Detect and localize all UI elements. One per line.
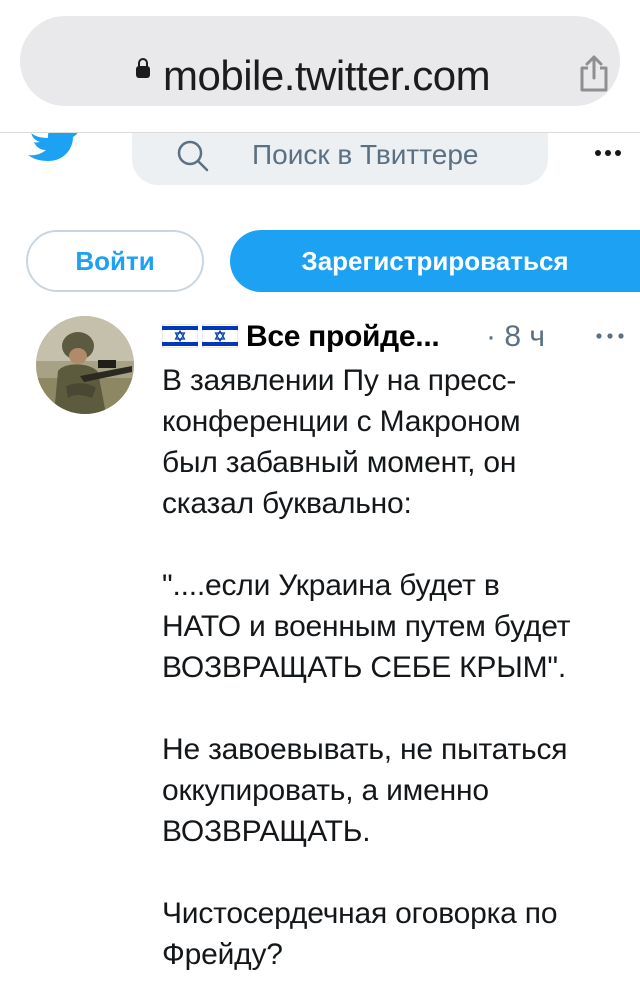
address-bar[interactable]: mobile.twitter.com [20, 16, 620, 106]
avatar[interactable] [36, 316, 134, 414]
avatar-image [36, 316, 134, 414]
tweet-text-line: Чистосердечная оговорка по [162, 897, 558, 930]
share-icon[interactable] [576, 54, 612, 94]
twitter-header: Поиск в Твиттере [0, 133, 640, 213]
url-text[interactable]: mobile.twitter.com [163, 52, 491, 100]
signup-button[interactable]: Зарегистрироваться [230, 230, 640, 292]
tweet-text-line: Не завоевывать, не пытаться [162, 733, 568, 766]
login-button[interactable]: Войти [26, 230, 204, 292]
more-horizontal-icon[interactable] [590, 141, 626, 165]
lock-icon [136, 58, 150, 78]
tweet-text-line: Фрейду? [162, 938, 283, 971]
author-name[interactable]: Все пройде... [246, 320, 440, 354]
tweet-header: Все пройде... · 8 ч [162, 318, 632, 358]
tweet-text-line [162, 688, 632, 729]
tweet-text-line: был забавный момент, он [162, 446, 517, 479]
tweet-text-line [162, 852, 632, 893]
tweet-text-line [162, 524, 632, 565]
tweet-text-line: оккупировать, а именно [162, 774, 489, 807]
tweet-text: В заявлении Пу на пресс- конференции с М… [162, 360, 632, 975]
israel-flag-icon [202, 324, 238, 348]
tweet-timestamp[interactable]: · 8 ч [486, 320, 545, 354]
page: mobile.twitter.com Поиск в Твиттере Войт… [0, 0, 640, 1006]
tweet-text-line: "....если Украина будет в [162, 569, 500, 602]
browser-toolbar: mobile.twitter.com [0, 0, 640, 133]
tweet-more-icon[interactable] [594, 330, 626, 342]
search-input[interactable]: Поиск в Твиттере [252, 138, 478, 172]
search-box[interactable]: Поиск в Твиттере [132, 133, 548, 185]
search-icon [177, 140, 209, 172]
tweet-text-line: сказал буквально: [162, 487, 412, 520]
tweet-text-line: конференции с Макроном [162, 405, 521, 438]
tweet-text-line: НАТО и военным путем будет [162, 610, 571, 643]
twitter-bird-icon[interactable] [24, 133, 80, 173]
israel-flag-icon [162, 324, 198, 348]
tweet-text-line: В заявлении Пу на пресс- [162, 364, 517, 397]
tweet-text-line: ВОЗВРАЩАТЬ. [162, 815, 371, 848]
tweet-text-line: ВОЗВРАЩАТЬ СЕБЕ КРЫМ". [162, 651, 566, 684]
